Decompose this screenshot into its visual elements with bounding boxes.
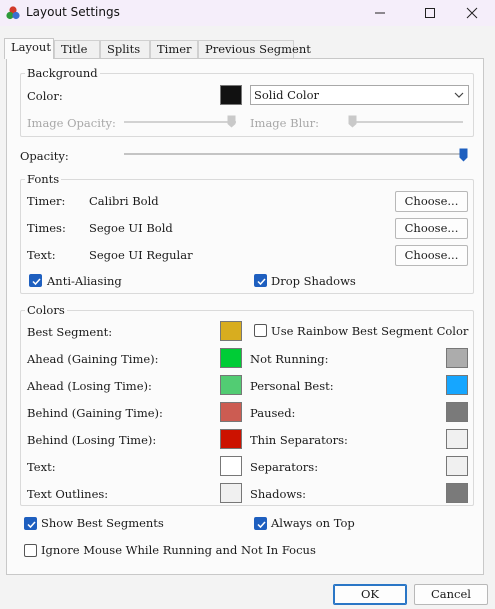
best-segment-color-label: Best Segment: bbox=[27, 325, 113, 339]
show-best-segments-label: Show Best Segments bbox=[41, 516, 164, 530]
tab-timer[interactable]: Timer bbox=[150, 40, 198, 58]
timer-font-value: Calibri Bold bbox=[89, 194, 159, 208]
tab-title[interactable]: Title bbox=[54, 40, 100, 58]
image-blur-slider bbox=[350, 121, 463, 123]
ahead-gaining-time-label: Ahead (Gaining Time): bbox=[27, 352, 159, 366]
always-on-top-checkbox[interactable] bbox=[254, 517, 267, 530]
chevron-down-icon bbox=[454, 92, 464, 98]
tab-splits[interactable]: Splits bbox=[100, 40, 150, 58]
fonts-group-label: Fonts bbox=[25, 172, 62, 186]
image-opacity-label: Image Opacity: bbox=[27, 116, 116, 130]
text-font-label: Text: bbox=[27, 248, 56, 262]
behind-losing-time-color-swatch[interactable] bbox=[220, 429, 242, 449]
thin-separators-label: Thin Separators: bbox=[250, 433, 348, 447]
times-font-label: Times: bbox=[27, 221, 66, 235]
rainbow-best-segment-checkbox[interactable] bbox=[254, 324, 267, 337]
always-on-top-label: Always on Top bbox=[271, 516, 355, 530]
opacity-slider-thumb[interactable] bbox=[459, 148, 468, 162]
drop-shadows-label: Drop Shadows bbox=[271, 274, 356, 288]
times-font-value: Segoe UI Bold bbox=[89, 221, 173, 235]
personal-best-label: Personal Best: bbox=[250, 379, 334, 393]
ahead-losing-time-label: Ahead (Losing Time): bbox=[27, 379, 152, 393]
maximize-button[interactable] bbox=[407, 0, 453, 26]
timer-font-label: Timer: bbox=[27, 194, 66, 208]
text-outlines-label: Text Outlines: bbox=[27, 487, 109, 501]
ignore-mouse-label: Ignore Mouse While Running and Not In Fo… bbox=[41, 543, 316, 557]
background-group-label: Background bbox=[25, 66, 100, 80]
rainbow-best-segment-label: Use Rainbow Best Segment Color bbox=[271, 324, 469, 338]
app-icon bbox=[6, 6, 20, 20]
separators-label: Separators: bbox=[250, 460, 319, 474]
background-color-label: Color: bbox=[27, 89, 63, 103]
anti-aliasing-label: Anti-Aliasing bbox=[47, 274, 122, 288]
background-mode-value: Solid Color bbox=[254, 88, 319, 102]
tab-layout[interactable]: Layout bbox=[4, 38, 54, 59]
checkmark-icon bbox=[32, 278, 41, 286]
anti-aliasing-checkbox[interactable] bbox=[29, 274, 42, 287]
minimize-icon bbox=[375, 12, 385, 14]
colors-group-label: Colors bbox=[25, 303, 67, 317]
image-blur-label: Image Blur: bbox=[250, 116, 320, 130]
paused-label: Paused: bbox=[250, 406, 296, 420]
text-outlines-color-swatch[interactable] bbox=[220, 483, 242, 503]
window-title: Layout Settings bbox=[26, 5, 120, 19]
ahead-gaining-time-color-swatch[interactable] bbox=[220, 348, 242, 368]
timer-font-choose-button[interactable]: Choose... bbox=[395, 191, 468, 212]
text-font-choose-button[interactable]: Choose... bbox=[395, 245, 468, 266]
personal-best-color-swatch[interactable] bbox=[446, 375, 468, 395]
behind-gaining-time-label: Behind (Gaining Time): bbox=[27, 406, 163, 420]
close-button[interactable] bbox=[449, 0, 495, 26]
shadows-label: Shadows: bbox=[250, 487, 307, 501]
text-color-swatch[interactable] bbox=[220, 456, 242, 476]
checkmark-icon bbox=[257, 278, 266, 286]
maximize-icon bbox=[425, 8, 435, 18]
ignore-mouse-checkbox[interactable] bbox=[24, 544, 37, 557]
ahead-losing-time-color-swatch[interactable] bbox=[220, 375, 242, 395]
ok-button[interactable]: OK bbox=[333, 584, 407, 605]
separators-color-swatch[interactable] bbox=[446, 456, 468, 476]
not-running-color-swatch[interactable] bbox=[446, 348, 468, 368]
close-icon bbox=[466, 7, 478, 19]
drop-shadows-checkbox[interactable] bbox=[254, 274, 267, 287]
layout-tab-panel: Background Color: Solid Color Image Opac… bbox=[6, 58, 484, 575]
tab-previous-segment[interactable]: Previous Segment bbox=[198, 40, 311, 58]
text-label: Text: bbox=[27, 460, 56, 474]
behind-losing-time-label: Behind (Losing Time): bbox=[27, 433, 157, 447]
opacity-slider[interactable] bbox=[124, 153, 466, 155]
opacity-label: Opacity: bbox=[20, 149, 69, 163]
cancel-button[interactable]: Cancel bbox=[414, 584, 488, 605]
times-font-choose-button[interactable]: Choose... bbox=[395, 218, 468, 239]
checkmark-icon bbox=[257, 521, 266, 529]
best-segment-color-swatch[interactable] bbox=[220, 321, 242, 341]
image-opacity-thumb bbox=[227, 115, 236, 128]
image-blur-thumb bbox=[348, 115, 357, 128]
minimize-button[interactable] bbox=[357, 0, 403, 26]
image-opacity-slider bbox=[124, 121, 236, 123]
background-mode-select[interactable]: Solid Color bbox=[250, 85, 469, 105]
shadows-color-swatch[interactable] bbox=[446, 483, 468, 503]
paused-color-swatch[interactable] bbox=[446, 402, 468, 422]
text-font-value: Segoe UI Regular bbox=[89, 248, 193, 262]
thin-separators-color-swatch[interactable] bbox=[446, 429, 468, 449]
background-color-swatch[interactable] bbox=[220, 85, 242, 105]
title-bar: Layout Settings bbox=[0, 0, 495, 26]
behind-gaining-time-color-swatch[interactable] bbox=[220, 402, 242, 422]
show-best-segments-checkbox[interactable] bbox=[24, 517, 37, 530]
checkmark-icon bbox=[27, 521, 36, 529]
not-running-label: Not Running: bbox=[250, 352, 329, 366]
